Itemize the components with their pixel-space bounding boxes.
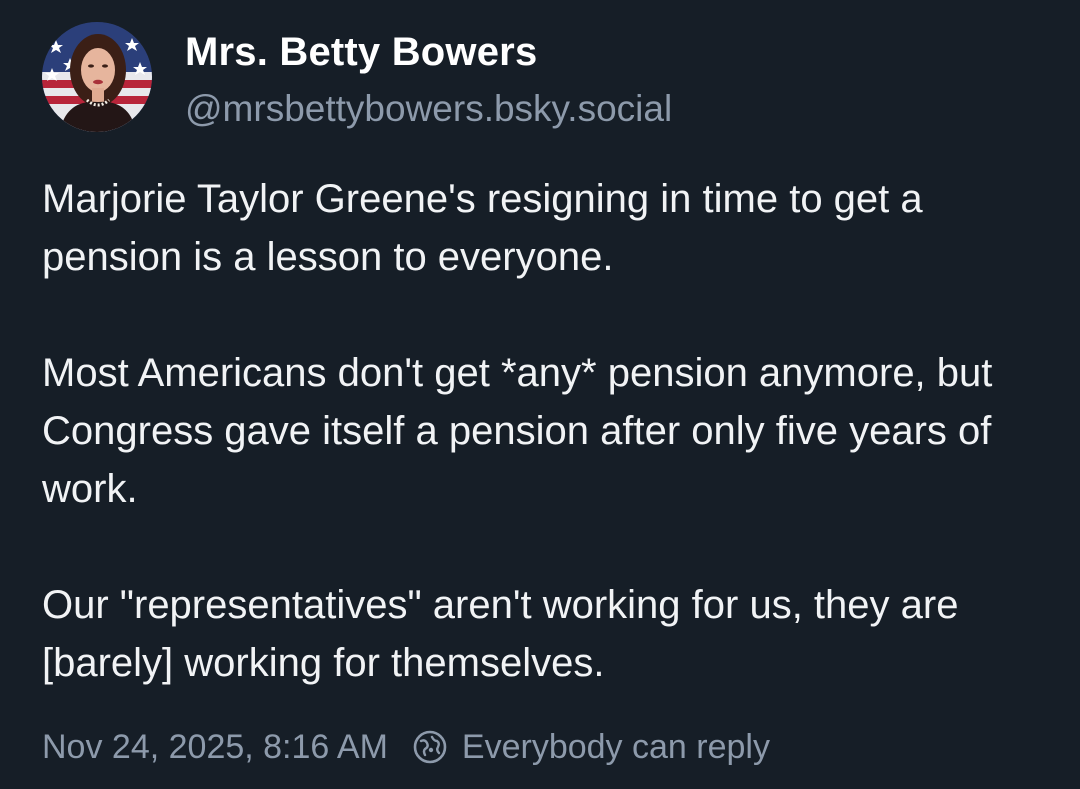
reply-setting[interactable]: Everybody can reply [412, 728, 770, 767]
post-paragraph: Marjorie Taylor Greene's resigning in ti… [42, 177, 923, 279]
avatar-photo-icon [42, 22, 152, 132]
post-meta: Nov 24, 2025, 8:16 AM Everybody can repl… [42, 724, 770, 770]
post-paragraph: Our "representatives" aren't working for… [42, 583, 959, 685]
avatar[interactable] [42, 22, 152, 132]
author-display-name[interactable]: Mrs. Betty Bowers [185, 30, 537, 75]
author-handle[interactable]: @mrsbettybowers.bsky.social [185, 88, 672, 130]
reply-setting-label: Everybody can reply [461, 727, 770, 766]
globe-icon [412, 729, 448, 765]
post-text: Marjorie Taylor Greene's resigning in ti… [42, 170, 1052, 692]
post-timestamp[interactable]: Nov 24, 2025, 8:16 AM [42, 728, 388, 767]
post-card: Mrs. Betty Bowers @mrsbettybowers.bsky.s… [0, 0, 1080, 789]
post-paragraph: Most Americans don't get *any* pension a… [42, 351, 993, 511]
